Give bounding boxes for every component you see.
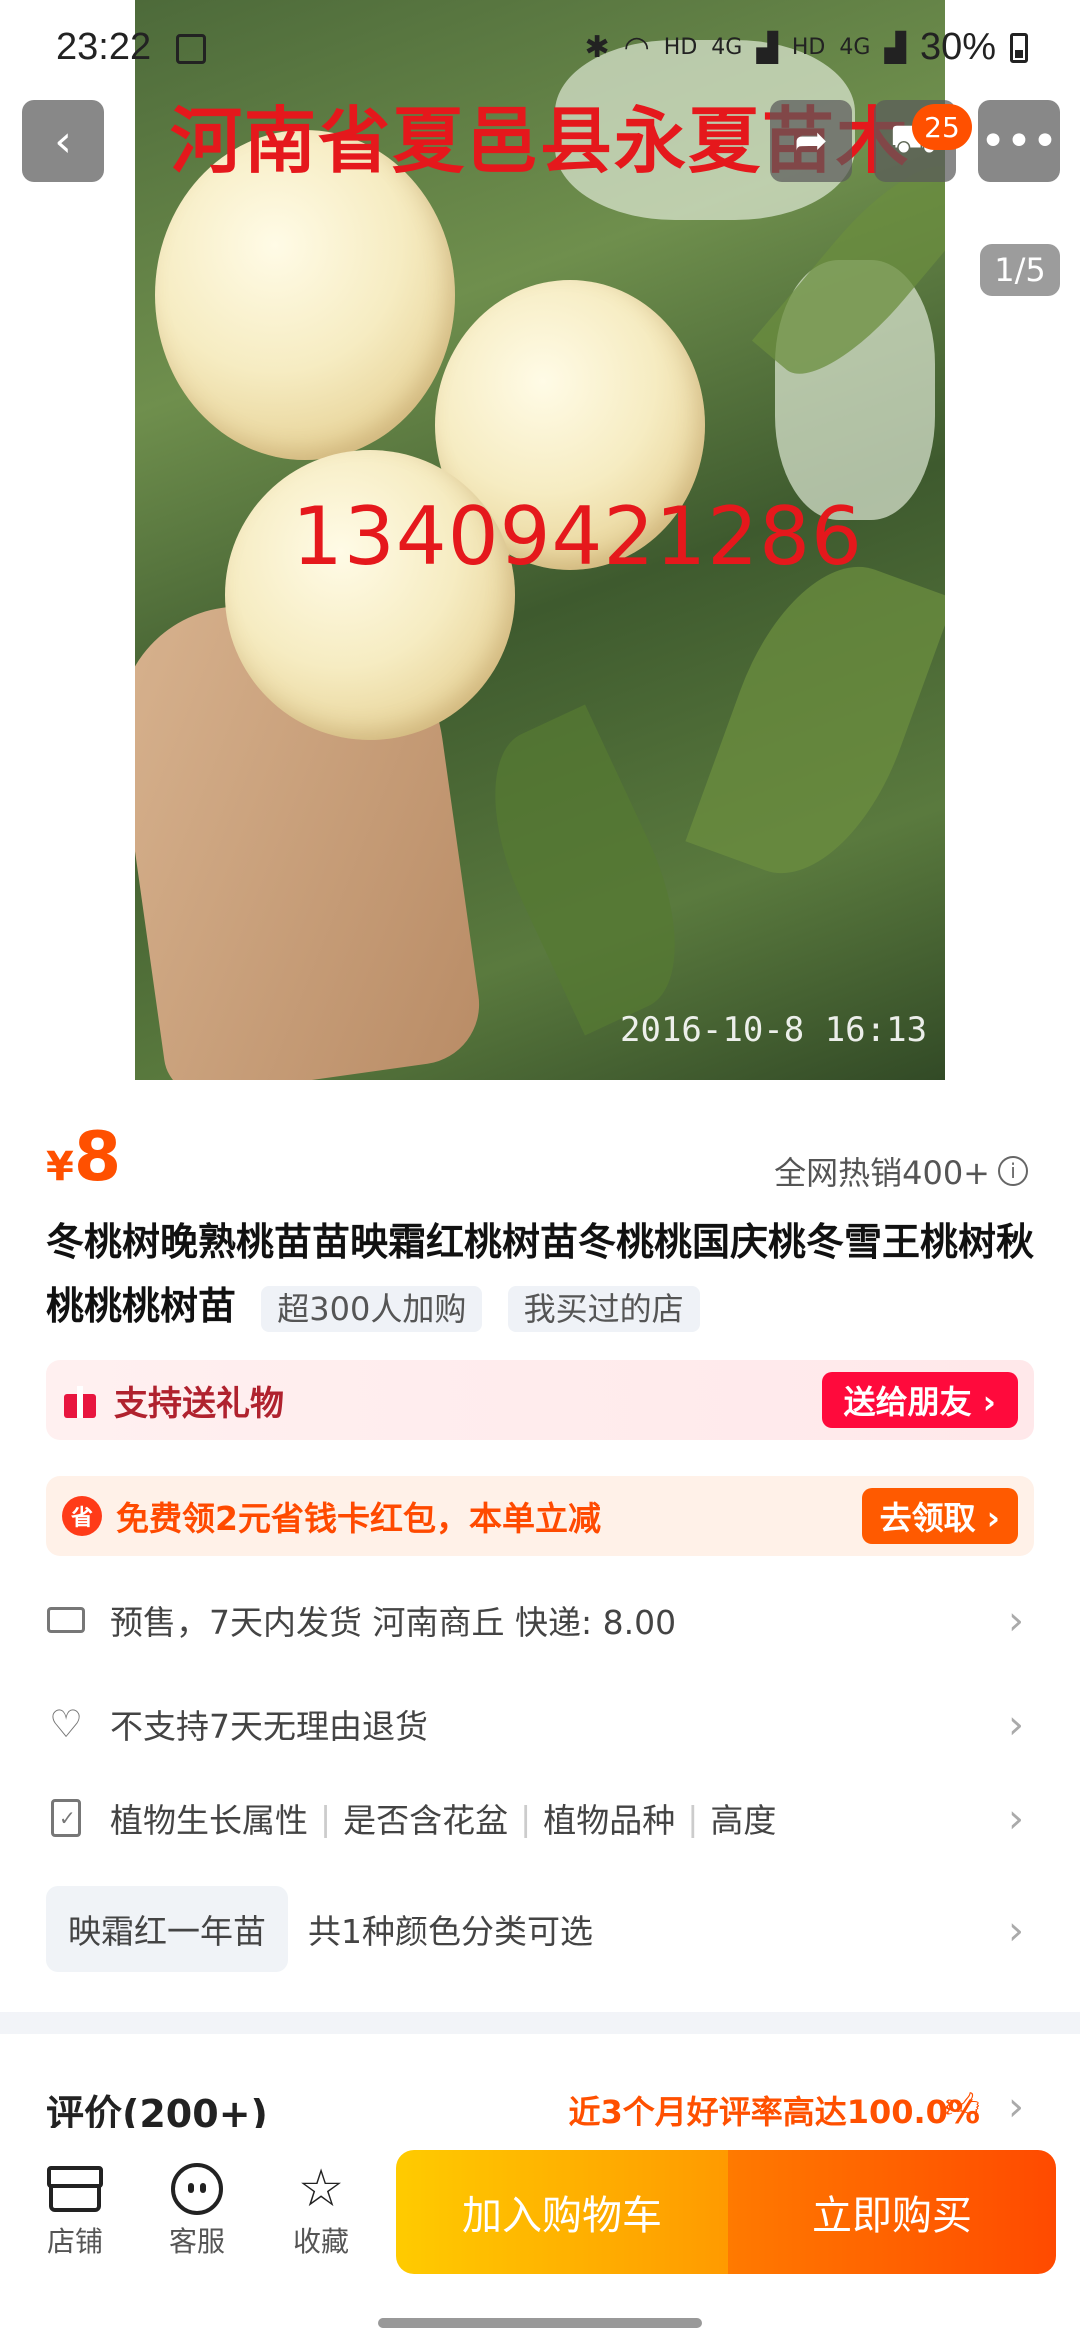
network-label: HD	[663, 35, 698, 60]
attribute-divider: |	[320, 1798, 332, 1838]
product-title: 冬桃树晚熟桃苗苗映霜红桃树苗冬桃桃国庆桃冬雪王桃树秋桃桃桃树苗 超300人加购 …	[46, 1210, 1046, 1338]
favorite-label: 收藏	[292, 2225, 349, 2258]
price: ¥ 8	[46, 1118, 121, 1197]
coupon-label: 免费领2元省钱卡红包，本单立减	[116, 1499, 601, 1538]
image-page-indicator: 1/5	[980, 244, 1060, 296]
sales-text: 全网热销400+	[774, 1154, 990, 1192]
attribute-item: 高度	[710, 1801, 777, 1840]
heart-shield-icon: ♡	[48, 1702, 84, 1746]
share-button[interactable]: ➦	[770, 100, 852, 182]
shipping-row[interactable]: 预售，7天内发货 河南商丘 快递: 8.00 ›	[46, 1580, 1034, 1660]
gift-label: 支持送礼物	[114, 1383, 284, 1424]
gallery-notification-icon	[176, 34, 206, 64]
tag-add-to-cart-count: 超300人加购	[261, 1285, 483, 1332]
photo-timestamp: 2016-10-8 16:13	[620, 1010, 928, 1050]
attribute-item: 植物品种	[543, 1801, 676, 1840]
status-time: 23:22	[56, 26, 152, 68]
home-indicator[interactable]	[378, 2318, 702, 2328]
gift-banner[interactable]: 支持送礼物 送给朋友 ›	[46, 1360, 1034, 1440]
attribute-divider: |	[520, 1798, 532, 1838]
coupon-icon: 省	[62, 1496, 102, 1536]
more-dots-icon: •••	[980, 115, 1058, 167]
chevron-right-icon: ›	[1008, 1702, 1024, 1748]
chevron-left-icon: ‹	[54, 115, 72, 167]
tag-purchased-shop: 我买过的店	[507, 1285, 700, 1332]
share-icon: ➦	[794, 118, 828, 164]
review-rate: 近3个月好评率高达100.0%	[568, 2093, 980, 2131]
section-divider	[0, 2012, 1080, 2034]
service-label: 客服	[168, 2225, 225, 2258]
favorite-button[interactable]: ☆ 收藏	[266, 2158, 376, 2260]
claim-coupon-button[interactable]: 去领取 ›	[861, 1488, 1018, 1544]
battery-percent: 30%	[919, 26, 996, 68]
truck-icon	[46, 1600, 86, 1640]
star-icon: ☆	[297, 2159, 345, 2219]
attributes-row[interactable]: 植物生长属性 | 是否含花盆 | 植物品种 | 高度 ›	[46, 1778, 1034, 1858]
bluetooth-icon: ✱	[584, 30, 610, 65]
cart-badge: 25	[912, 104, 972, 150]
attribute-item: 是否含花盆	[343, 1801, 509, 1840]
thumbs-up-icon: 👍︎	[944, 2086, 980, 2126]
coupon-banner[interactable]: 省 免费领2元省钱卡红包，本单立减 去领取 ›	[46, 1476, 1034, 1556]
bottom-action-bar: 店铺 客服 ☆ 收藏 加入购物车 立即购买	[0, 2128, 1080, 2340]
gift-icon	[62, 1382, 98, 1418]
more-button[interactable]: •••	[978, 100, 1060, 182]
photo-watermark-phone: 13409421286	[292, 490, 863, 583]
chevron-right-icon: ›	[1008, 1598, 1024, 1644]
chevron-right-icon: ›	[1008, 2084, 1024, 2130]
info-icon[interactable]: i	[998, 1156, 1028, 1186]
network-label: HD	[791, 35, 826, 60]
sku-chip[interactable]: 映霜红一年苗	[46, 1886, 288, 1972]
attribute-divider: |	[687, 1798, 699, 1838]
clipboard-icon	[46, 1798, 86, 1838]
status-bar: 23:22 ✱ ◠ HD 4G ▟ HD 4G ▟ 30%	[0, 0, 1080, 100]
sku-row[interactable]: 映霜红一年苗 共1种颜色分类可选 ›	[46, 1886, 1034, 1972]
sku-text: 共1种颜色分类可选	[308, 1912, 593, 1951]
customer-service-button[interactable]: 客服	[142, 2158, 252, 2260]
buy-now-button[interactable]: 立即购买	[728, 2150, 1056, 2274]
network-label: 4G	[839, 35, 871, 60]
send-to-friend-button[interactable]: 送给朋友 ›	[821, 1372, 1018, 1428]
customer-service-icon	[171, 2158, 223, 2220]
battery-icon	[1010, 32, 1028, 63]
add-to-cart-button[interactable]: 加入购物车	[396, 2150, 728, 2274]
return-policy-text: 不支持7天无理由退货	[110, 1707, 428, 1746]
network-label: 4G	[711, 35, 743, 60]
status-icons: ✱ ◠ HD 4G ▟ HD 4G ▟ 30%	[584, 26, 1028, 69]
chevron-right-icon: ›	[1008, 1908, 1024, 1954]
photo-leaf	[685, 540, 945, 900]
photo-leaf	[458, 704, 712, 1036]
chevron-right-icon: ›	[1008, 1796, 1024, 1842]
shipping-text: 预售，7天内发货 河南商丘 快递: 8.00	[110, 1603, 677, 1642]
shop-nav-button[interactable]: 店铺	[20, 2158, 130, 2260]
sales-count[interactable]: 全网热销400+ i	[774, 1148, 1028, 1194]
shop-icon	[47, 2158, 103, 2220]
back-button[interactable]: ‹	[22, 100, 104, 182]
price-currency: ¥	[46, 1144, 74, 1190]
shop-label: 店铺	[46, 2225, 103, 2258]
signal-icon: ▟	[884, 31, 906, 64]
attribute-item: 植物生长属性	[110, 1801, 308, 1840]
signal-icon: ▟	[756, 31, 778, 64]
return-policy-row[interactable]: ♡ 不支持7天无理由退货 ›	[46, 1684, 1034, 1764]
wifi-icon: ◠	[623, 30, 650, 65]
price-value: 8	[73, 1118, 122, 1197]
